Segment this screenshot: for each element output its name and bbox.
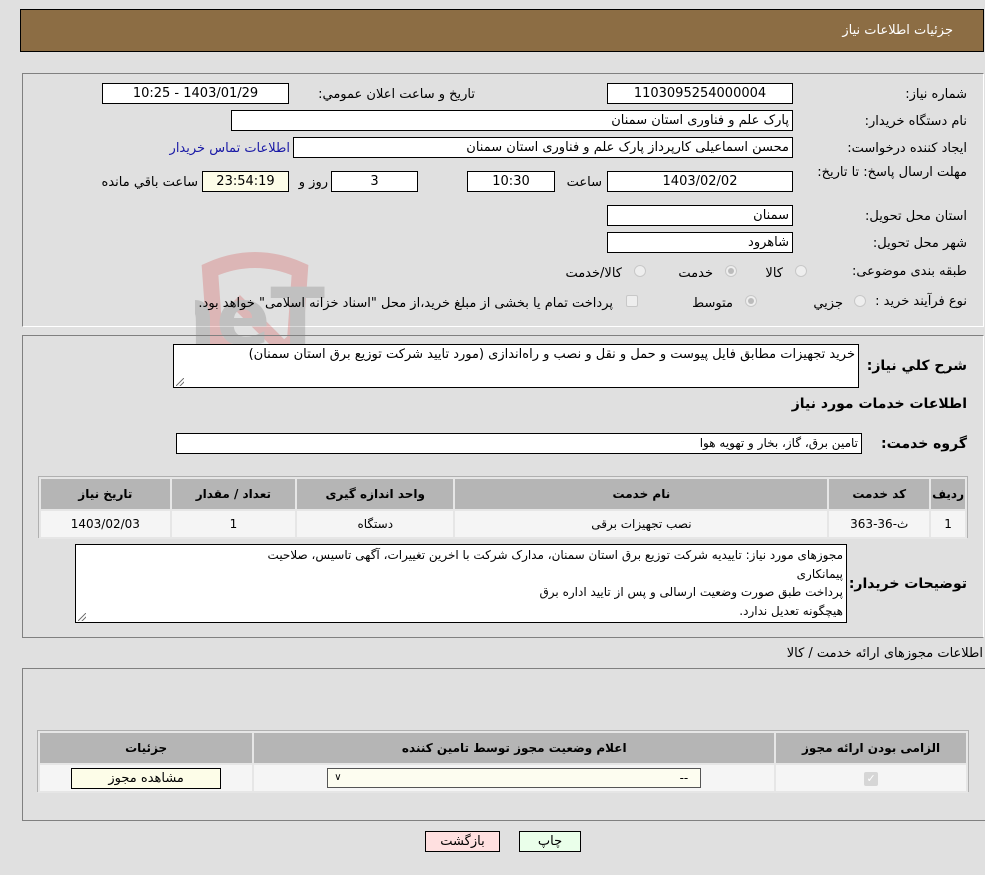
col-permit-required: الزامی بودن ارائه مجوز xyxy=(774,731,968,765)
need-number-field: 1103095254000004 xyxy=(607,83,793,104)
cell-row: 1 xyxy=(929,509,967,539)
service-group-label: گروه خدمت: xyxy=(881,436,967,452)
buyer-org-field: پارک علم و فناوری استان سمنان xyxy=(231,110,793,131)
category-radio-goods[interactable] xyxy=(795,265,807,277)
purchase-radio-medium[interactable] xyxy=(745,295,757,307)
services-table: ردیف کد خدمت نام خدمت واحد اندازه گیری ت… xyxy=(39,477,967,539)
col-unit: واحد اندازه گیری xyxy=(295,477,456,511)
col-need-date: تاریخ نیاز xyxy=(39,477,172,511)
deadline-time-label: ساعت xyxy=(566,175,602,190)
col-permit-details: جزئیات xyxy=(37,731,255,765)
description-text: خرید تجهیزات مطابق فایل پیوست و حمل و نق… xyxy=(248,347,855,362)
col-service-code: کد خدمت xyxy=(827,477,932,511)
table-row: ✓ -- ∨ مشاهده مجوز xyxy=(37,763,968,793)
service-group-field: تامین برق، گاز، بخار و تهویه هوا xyxy=(176,433,862,454)
category-radio-service[interactable] xyxy=(725,265,737,277)
announce-datetime-label: تاریخ و ساعت اعلان عمومي: xyxy=(318,87,475,102)
buyer-org-label: نام دستگاه خریدار: xyxy=(864,114,967,129)
province-field: سمنان xyxy=(607,205,793,226)
buyer-contact-link[interactable]: اطلاعات تماس خریدار xyxy=(170,141,290,156)
col-permit-status: اعلام وضعیت مجوز توسط تامین کننده xyxy=(252,731,777,765)
buyer-notes-line: هیچگونه تعدیل ندارد. xyxy=(739,603,843,618)
announce-datetime-field: 1403/01/29 - 10:25 xyxy=(102,83,289,104)
buyer-notes-line: پیمانکاری xyxy=(796,566,843,581)
city-label: شهر محل تحویل: xyxy=(872,236,967,251)
cell-quantity: 1 xyxy=(169,509,298,539)
purchase-radio-minor[interactable] xyxy=(854,295,866,307)
category-option-goods-service: کالا/خدمت xyxy=(565,266,622,281)
print-button[interactable]: چاپ xyxy=(519,831,581,852)
deadline-time-field: 10:30 xyxy=(467,171,555,192)
category-label: طبقه بندی موضوعی: xyxy=(851,264,967,279)
cell-permit-details: مشاهده مجوز xyxy=(37,763,255,793)
description-textarea[interactable]: خرید تجهیزات مطابق فایل پیوست و حمل و نق… xyxy=(173,344,859,388)
need-number-label: شماره نیاز: xyxy=(905,87,967,102)
description-label: شرح كلي نياز: xyxy=(866,358,967,374)
deadline-label: مهلت ارسال پاسخ: تا تاریخ: xyxy=(817,165,967,180)
category-option-service: خدمت xyxy=(678,266,713,281)
buyer-notes-textarea[interactable]: مجوزهای مورد نیاز: تاییدیه شرکت توزیع بر… xyxy=(75,544,847,623)
cell-service-name: نصب تجهیزات برقی xyxy=(453,509,830,539)
buyer-notes-line: پرداخت طبق صورت وضعیت ارسالی و پس از تای… xyxy=(539,585,843,599)
services-table-header: ردیف کد خدمت نام خدمت واحد اندازه گیری ت… xyxy=(39,477,967,511)
col-row: ردیف xyxy=(929,477,967,511)
permits-table-header: الزامی بودن ارائه مجوز اعلام وضعیت مجوز … xyxy=(37,731,968,765)
cell-permit-status: -- ∨ xyxy=(252,763,777,793)
col-service-name: نام خدمت xyxy=(453,477,830,511)
resize-grip-icon[interactable] xyxy=(176,378,184,386)
permit-status-select[interactable]: -- ∨ xyxy=(327,768,702,788)
purchase-option-minor: جزيي xyxy=(813,296,843,311)
cell-permit-required: ✓ xyxy=(774,763,968,793)
category-radio-goods-service[interactable] xyxy=(634,265,646,277)
cell-unit: دستگاه xyxy=(295,509,456,539)
view-permit-button[interactable]: مشاهده مجوز xyxy=(71,767,222,789)
treasury-note: پرداخت تمام یا بخشی از مبلغ خرید،از محل … xyxy=(198,296,613,311)
permit-status-value: -- xyxy=(679,771,689,785)
buyer-notes-label: توضیحات خریدار: xyxy=(848,576,967,592)
treasury-checkbox[interactable] xyxy=(626,295,638,307)
page-title: جزئیات اطلاعات نیاز xyxy=(842,23,953,38)
category-option-goods: کالا xyxy=(765,266,783,281)
province-label: استان محل تحویل: xyxy=(865,209,967,224)
permits-table: الزامی بودن ارائه مجوز اعلام وضعیت مجوز … xyxy=(37,731,968,793)
chevron-down-icon: ∨ xyxy=(334,772,342,783)
page-header: جزئیات اطلاعات نیاز xyxy=(20,9,984,52)
days-label: روز و xyxy=(298,175,328,190)
city-field: شاهرود xyxy=(607,232,793,253)
buyer-notes-line: مجوزهای مورد نیاز: تاییدیه شرکت توزیع بر… xyxy=(267,548,843,562)
remaining-time-label: ساعت باقي مانده xyxy=(101,175,198,190)
col-quantity: تعداد / مقدار xyxy=(169,477,298,511)
remaining-time-field: 23:54:19 xyxy=(202,171,289,192)
requester-field: محسن اسماعیلی کارپرداز پارک علم و فناوری… xyxy=(293,137,793,158)
remaining-days-field: 3 xyxy=(331,171,418,192)
cell-need-date: 1403/02/03 xyxy=(39,509,172,539)
purchase-option-medium: متوسط xyxy=(692,296,733,311)
permit-required-checkbox[interactable]: ✓ xyxy=(864,771,879,786)
services-section-title: اطلاعات خدمات مورد نیاز xyxy=(791,396,967,412)
resize-grip-icon[interactable] xyxy=(78,613,86,621)
permits-section-title: اطلاعات مجوزهای ارائه خدمت / کالا xyxy=(786,646,983,661)
table-row: 1 ث-36-363 نصب تجهیزات برقی دستگاه 1 140… xyxy=(39,509,967,539)
deadline-date-field: 1403/02/02 xyxy=(607,171,793,192)
back-button[interactable]: بازگشت xyxy=(425,831,500,852)
purchase-type-label: نوع فرآیند خرید : xyxy=(875,294,967,309)
requester-label: ایجاد کننده درخواست: xyxy=(847,141,967,156)
cell-service-code: ث-36-363 xyxy=(827,509,932,539)
